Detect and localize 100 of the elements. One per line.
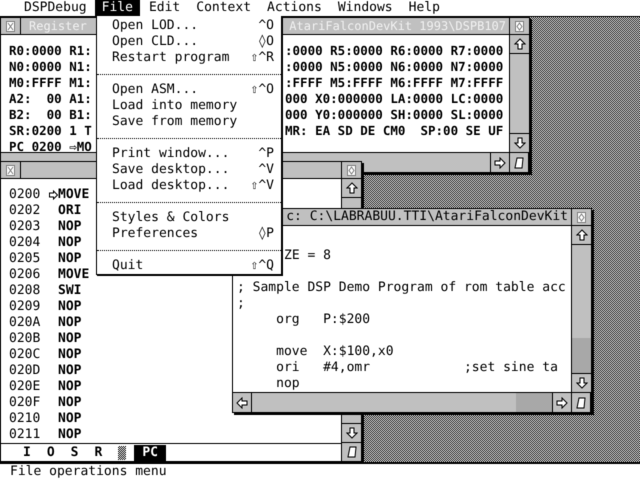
mnemonic-text: SWI (58, 283, 82, 299)
scroll-left-button[interactable] (233, 393, 252, 412)
code-line: ; Sample DSP Demo Program of rom table acc (237, 280, 566, 295)
scroll-right-button[interactable] (552, 393, 571, 412)
scroll-right-button[interactable] (490, 153, 509, 172)
address-text: 020B (9, 331, 42, 347)
scroll-thumb[interactable] (572, 338, 591, 373)
register-values: B2: 00 B1: (9, 107, 92, 123)
menu-item[interactable]: Quit ⇧^Q (97, 258, 281, 274)
menu-item[interactable]: Save from memory (97, 114, 281, 130)
resize-button[interactable] (571, 393, 591, 412)
mnemonic-text: MOVE (58, 267, 90, 283)
down-arrow-icon (576, 377, 588, 389)
menu-title[interactable]: Windows (330, 0, 400, 16)
mnemonic-text: MOVE (58, 187, 90, 203)
window-title: c: C:\LABRABUU.TTI\AtariFalconDevKit (286, 209, 569, 225)
address-text: 020D (9, 363, 42, 379)
scroll-down-button[interactable] (510, 133, 529, 152)
mnemonic-text: NOP (58, 331, 82, 347)
menu-item[interactable]: Open LOD... ^O (97, 18, 281, 34)
left-arrow-icon (236, 396, 248, 408)
fuller-icon (347, 164, 356, 176)
address-text: 0200 (9, 187, 42, 203)
address-text: 0209 (9, 299, 42, 315)
down-arrow-icon (514, 137, 526, 149)
register-values: 000 X0:000000 LA:0000 LC:0000 (285, 91, 504, 107)
scroll-down-button[interactable] (572, 373, 591, 392)
mnemonic-text: NOP (58, 315, 82, 331)
resize-icon (514, 156, 524, 168)
code-line: ori #4,omr ;set sine ta (275, 360, 558, 375)
register-values: :0000 N5:0000 N6:0000 N7:0000 (285, 59, 504, 75)
resize-button[interactable] (509, 153, 529, 172)
address-text: 020F (9, 395, 42, 411)
down-arrow-icon (346, 427, 358, 439)
menu-title[interactable]: Edit (142, 0, 188, 16)
register-values: A2: 00 A1: (9, 91, 92, 107)
view-tab[interactable]: PC (134, 444, 166, 460)
code-line: move X:$100,x0 (275, 344, 394, 359)
menu-item[interactable]: Load into memory (97, 98, 281, 114)
status-text: File operations menu (10, 464, 167, 479)
code-line: nop (275, 376, 300, 391)
resize-icon (576, 396, 586, 408)
address-text: 0204 (9, 235, 42, 251)
fuller-icon (515, 20, 524, 32)
app-menu[interactable]: DSPDebug (0, 0, 95, 16)
up-arrow-icon (346, 182, 358, 194)
register-values: :0000 R5:0000 R6:0000 R7:0000 (285, 43, 504, 59)
view-tab[interactable]: R (86, 444, 110, 460)
menu-item[interactable]: Open ASM... ⇧^O (97, 82, 281, 98)
register-values: N0:0000 N1: (9, 59, 92, 75)
menu-item[interactable]: Restart program ⇧^R (97, 50, 281, 66)
scroll-up-button[interactable] (572, 226, 591, 245)
address-text: 0203 (9, 219, 42, 235)
scroll-thumb[interactable] (516, 393, 552, 412)
register-values: :FFFF M5:FFFF M6:FFFF M7:FFFF (285, 75, 504, 91)
register-values: M0:FFFF M1: (9, 75, 92, 91)
resize-icon (346, 446, 356, 458)
close-icon (6, 164, 15, 176)
right-arrow-icon (494, 156, 506, 168)
register-values: 000 Y0:000000 SH:0000 SL:0000 (285, 107, 504, 123)
menu-title[interactable]: Actions (260, 0, 329, 16)
address-text: 020A (9, 315, 42, 331)
view-tab[interactable]: S (62, 444, 86, 460)
mnemonic-text: NOP (58, 395, 82, 411)
address-text: 0202 (9, 203, 42, 219)
code-line: org P:$200 (275, 312, 370, 327)
view-tab[interactable]: I (15, 444, 39, 460)
scroll-down-button[interactable] (342, 423, 361, 442)
register-values: SR:0200 1 T (9, 123, 92, 139)
menu-item[interactable]: Print window... ^P (97, 146, 281, 162)
up-arrow-icon (514, 38, 526, 50)
pattern-tab[interactable] (118, 446, 126, 460)
menu-item[interactable]: Open CLD... ◊O (97, 34, 281, 50)
code-line: ZE = 8 (284, 248, 331, 263)
mnemonic-text: NOP (58, 427, 82, 443)
menu-item[interactable]: Preferences ◊P (97, 226, 281, 242)
code-line: ; (237, 296, 245, 311)
address-text: 0211 (9, 427, 42, 443)
right-arrow-icon (556, 396, 568, 408)
mnemonic-text: NOP (58, 251, 82, 267)
address-text: 020E (9, 379, 42, 395)
view-tab[interactable]: O (38, 444, 63, 460)
menu-title[interactable]: Context (189, 0, 258, 16)
menu-item[interactable]: Styles & Colors (97, 210, 281, 226)
scroll-up-button[interactable] (510, 35, 529, 54)
address-text: 0205 (9, 251, 42, 267)
address-text: 0208 (9, 283, 42, 299)
mnemonic-text: ORI (58, 203, 82, 219)
scroll-up-button[interactable] (342, 179, 361, 198)
mnemonic-text: NOP (58, 347, 82, 363)
mnemonic-text: NOP (58, 411, 82, 427)
register-values: R0:0000 R1: (9, 43, 92, 59)
address-text: 0210 (9, 411, 42, 427)
menu-title[interactable]: Help (402, 0, 447, 16)
register-values: PC 0200 ⇨MO (9, 139, 92, 152)
register-values: MR: EA SD DE CM0 SP:00 SE UF (285, 123, 504, 139)
menu-item[interactable]: Load desktop... ⇧^V (97, 178, 281, 194)
menu-title[interactable]: File (94, 0, 140, 16)
address-text: 020C (9, 347, 42, 363)
mnemonic-text: NOP (58, 219, 82, 235)
